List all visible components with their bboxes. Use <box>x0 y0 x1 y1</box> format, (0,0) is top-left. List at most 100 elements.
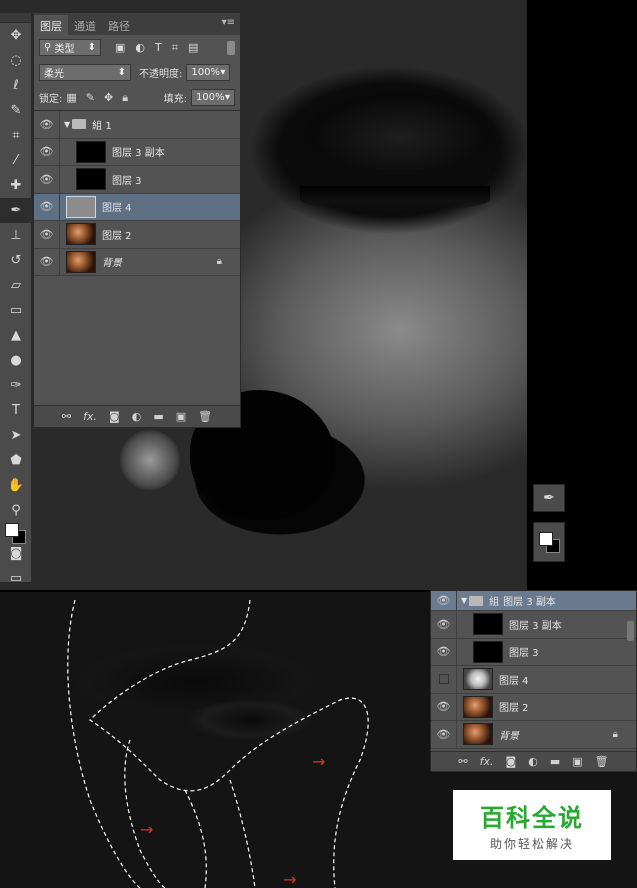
visibility-off-box[interactable] <box>431 666 457 693</box>
fx-icon[interactable]: fx. <box>480 755 494 768</box>
zoom-tool-icon[interactable]: ⚲ <box>0 498 32 523</box>
eraser-tool-icon[interactable]: ▱ <box>0 273 32 298</box>
chevron-down-icon[interactable]: ▼ <box>461 596 467 605</box>
layer-row[interactable]: 👁︎ 图层 3 <box>34 166 240 194</box>
filter-toggle[interactable] <box>227 40 235 55</box>
opacity-label: 不透明度: <box>139 69 183 80</box>
dodge-tool-icon[interactable]: ● <box>0 348 32 373</box>
lock-position-icon[interactable]: ✥ <box>104 91 113 105</box>
stamp-tool-icon[interactable]: ⊥ <box>0 223 32 248</box>
eye-icon[interactable]: 👁︎ <box>34 138 60 165</box>
brush-preset-icon[interactable]: ✒ <box>533 484 565 512</box>
screen-mode-icon[interactable]: ▭ <box>0 566 32 591</box>
panel-grip[interactable] <box>0 13 31 23</box>
marquee-tool-icon[interactable]: ◌ <box>0 48 32 73</box>
opacity-value: 100% <box>191 67 220 78</box>
eye-icon[interactable]: 👁︎ <box>431 721 457 748</box>
foreground-color-swatch[interactable] <box>5 523 19 537</box>
type-filter-icon[interactable]: T <box>155 41 162 55</box>
trash-icon[interactable]: 🗑︎ <box>595 755 609 768</box>
eye-icon[interactable]: 👁︎ <box>34 221 60 248</box>
pen-tool-icon[interactable]: ✑ <box>0 373 32 398</box>
eye-icon[interactable]: 👁︎ <box>34 193 60 220</box>
new-layer-icon[interactable]: ▣ <box>176 410 186 423</box>
mask-icon[interactable]: ◙ <box>506 755 517 768</box>
eye-icon[interactable]: 👁︎ <box>34 248 60 275</box>
layer-row[interactable]: 👁︎ ▼ 組 1 <box>34 111 240 139</box>
move-tool-icon[interactable]: ✥ <box>0 23 32 48</box>
search-icon: ⚲ <box>44 42 55 53</box>
link-icon[interactable]: ⚯ <box>62 410 71 423</box>
layer-row[interactable]: 👁︎ ▼ 組 图层 3 副本 <box>431 591 636 611</box>
shape-filter-icon[interactable]: ⌗ <box>172 41 178 55</box>
layer-name: 图层 3 <box>112 175 142 187</box>
eyedropper-tool-icon[interactable]: ⁄ <box>0 148 32 173</box>
quick-mask-icon[interactable]: ◙ <box>0 541 32 566</box>
eye-icon[interactable]: 👁︎ <box>431 693 457 720</box>
layer-row[interactable]: 👁︎ 背景 🔒︎ <box>431 721 636 749</box>
path-select-tool-icon[interactable]: ➤ <box>0 423 32 448</box>
chevron-down-icon[interactable]: ▾ <box>220 67 225 78</box>
eye-icon[interactable]: 👁︎ <box>431 638 457 665</box>
layer-thumbnail <box>66 223 96 246</box>
layer-row[interactable]: 👁︎ 背景 🔒︎ <box>34 248 240 276</box>
blend-mode-select[interactable]: 柔光 ⬍ <box>39 64 131 81</box>
blur-tool-icon[interactable]: ▲ <box>0 323 32 348</box>
layer-list: 👁︎ ▼ 組 1 👁︎ 图层 3 副本 👁︎ 图层 3 👁︎ 图层 4 👁︎ 图… <box>34 110 240 276</box>
link-icon[interactable]: ⚯ <box>458 755 467 768</box>
layer-row[interactable]: 👁︎ 图层 3 <box>431 638 636 666</box>
mini-color-swatch[interactable] <box>533 522 565 562</box>
layer-row[interactable]: 👁︎ 图层 4 <box>34 193 240 221</box>
tab-layers[interactable]: 图层 <box>34 15 68 35</box>
folder-icon[interactable]: ▬ <box>550 755 560 768</box>
filter-select[interactable]: ⚲ 类型 ⬍ <box>39 39 101 56</box>
lock-transparency-icon[interactable]: ▦ <box>66 91 76 105</box>
fill-input[interactable]: 100% ▾ <box>191 89 235 106</box>
quick-select-tool-icon[interactable]: ✎ <box>0 98 32 123</box>
opacity-input[interactable]: 100% ▾ <box>186 64 231 81</box>
layer-thumbnail <box>473 640 503 663</box>
new-layer-icon[interactable]: ▣ <box>572 755 582 768</box>
smart-object-filter-icon[interactable]: ▤ <box>188 41 198 55</box>
panel-menu-icon[interactable]: ▾≡ <box>222 17 235 28</box>
layer-name: 图层 2 <box>499 703 529 715</box>
lasso-tool-icon[interactable]: ℓ <box>0 73 32 98</box>
foreground-color-swatch[interactable] <box>539 532 553 546</box>
layer-row[interactable]: 👁︎ 图层 3 副本 <box>431 611 636 639</box>
chevron-down-icon[interactable]: ▼ <box>64 120 70 129</box>
layer-row[interactable]: 👁︎ 图层 2 <box>431 693 636 721</box>
history-brush-tool-icon[interactable]: ↺ <box>0 248 32 273</box>
layer-row[interactable]: 👁︎ 图层 3 副本 <box>34 138 240 166</box>
panel-tabs: 图层 通道 路径 ▾≡ <box>34 13 240 35</box>
photo-lashes <box>300 186 490 212</box>
eye-icon[interactable]: 👁︎ <box>431 611 457 638</box>
adjustment-icon[interactable]: ◐ <box>132 410 142 423</box>
type-tool-icon[interactable]: T <box>0 398 32 423</box>
gradient-tool-icon[interactable]: ▭ <box>0 298 32 323</box>
scrollbar[interactable] <box>627 621 634 641</box>
eye-icon[interactable]: 👁︎ <box>34 166 60 193</box>
hand-tool-icon[interactable]: ✋ <box>0 473 32 498</box>
pixel-filter-icon[interactable]: ▣ <box>115 41 125 55</box>
fx-icon[interactable]: fx. <box>83 410 97 423</box>
blend-row: 柔光 ⬍ 不透明度: 100% ▾ <box>34 60 240 85</box>
trash-icon[interactable]: 🗑︎ <box>198 410 212 423</box>
healing-tool-icon[interactable]: ✚ <box>0 173 32 198</box>
brush-tool-icon[interactable]: ✒ <box>0 198 32 223</box>
eye-icon[interactable]: 👁︎ <box>431 591 457 610</box>
tab-channels[interactable]: 通道 <box>68 15 102 35</box>
shape-tool-icon[interactable]: ⬟ <box>0 448 32 473</box>
layer-row[interactable]: 👁︎ 图层 2 <box>34 221 240 249</box>
layer-row[interactable]: 图层 4 <box>431 666 636 694</box>
mask-icon[interactable]: ◙ <box>109 410 120 423</box>
lock-pixels-icon[interactable]: ✎ <box>86 91 95 105</box>
eye-icon[interactable]: 👁︎ <box>34 111 60 138</box>
crop-tool-icon[interactable]: ⌗ <box>0 123 32 148</box>
folder-icon[interactable]: ▬ <box>153 410 163 423</box>
lock-icon: 🔒︎ <box>216 256 222 268</box>
adjustment-filter-icon[interactable]: ◐ <box>135 41 145 55</box>
adjustment-icon[interactable]: ◐ <box>528 755 538 768</box>
tab-paths[interactable]: 路径 <box>102 15 136 35</box>
chevron-down-icon[interactable]: ▾ <box>225 92 230 103</box>
lock-all-icon[interactable]: 🔒︎ <box>122 91 128 105</box>
